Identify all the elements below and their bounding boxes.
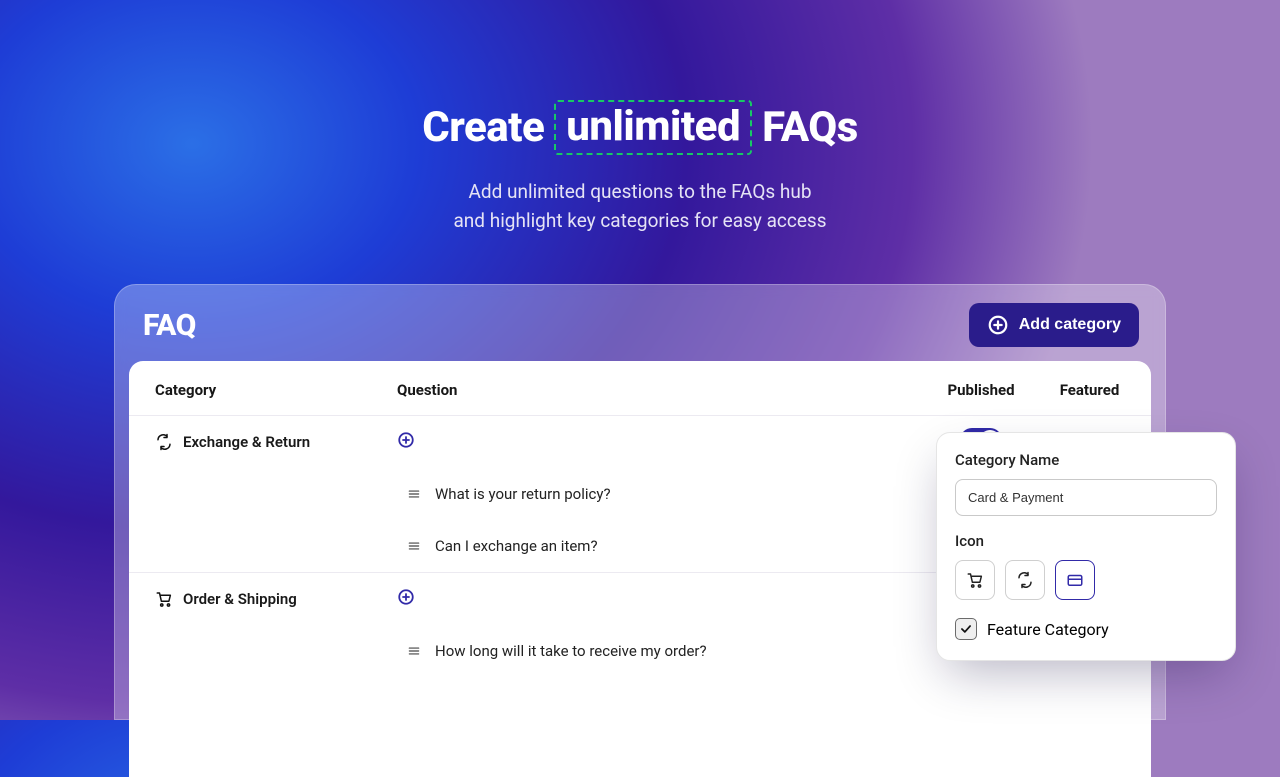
hero-prefix: Create (422, 103, 544, 152)
plus-circle-icon (397, 588, 415, 606)
exchange-icon (155, 433, 173, 451)
category-name-label: Category Name (955, 451, 1217, 469)
icon-option-cart[interactable] (955, 560, 995, 600)
category-label: Exchange & Return (183, 433, 310, 451)
question-text: Can I exchange an item? (435, 537, 598, 555)
plus-circle-icon (987, 314, 1009, 336)
cart-icon (155, 590, 173, 608)
category-label: Order & Shipping (183, 590, 297, 608)
hero-title: Create unlimited FAQs (422, 100, 858, 155)
col-featured: Featured (1036, 361, 1151, 416)
hero-subtitle: Add unlimited questions to the FAQs hub … (0, 177, 1280, 236)
category-popover: Category Name Icon Feature Category (936, 432, 1236, 661)
add-category-button[interactable]: Add category (969, 303, 1139, 347)
feature-category-label: Feature Category (987, 620, 1109, 639)
plus-circle-icon (397, 431, 415, 449)
question-text: What is your return policy? (435, 485, 611, 503)
hero-highlight: unlimited (554, 100, 752, 155)
col-category: Category (129, 361, 379, 416)
category-name-input[interactable] (955, 479, 1217, 516)
question-text: How long will it take to receive my orde… (435, 642, 707, 660)
drag-handle-icon[interactable] (407, 644, 421, 658)
col-published: Published (926, 361, 1036, 416)
icon-option-exchange[interactable] (1005, 560, 1045, 600)
credit-card-icon (1066, 571, 1084, 589)
check-icon (959, 622, 973, 636)
col-question: Question (379, 361, 926, 416)
add-category-label: Add category (1019, 316, 1121, 334)
add-question-button[interactable] (397, 588, 415, 606)
feature-category-checkbox[interactable] (955, 618, 977, 640)
drag-handle-icon[interactable] (407, 487, 421, 501)
icon-picker-label: Icon (955, 532, 1217, 550)
panel-title: FAQ (143, 308, 196, 343)
add-question-button[interactable] (397, 431, 415, 449)
exchange-icon (1016, 571, 1034, 589)
hero-suffix: FAQs (762, 103, 858, 152)
hero: Create unlimited FAQs Add unlimited ques… (0, 100, 1280, 236)
icon-option-payment[interactable] (1055, 560, 1095, 600)
drag-handle-icon[interactable] (407, 539, 421, 553)
cart-icon (966, 571, 984, 589)
